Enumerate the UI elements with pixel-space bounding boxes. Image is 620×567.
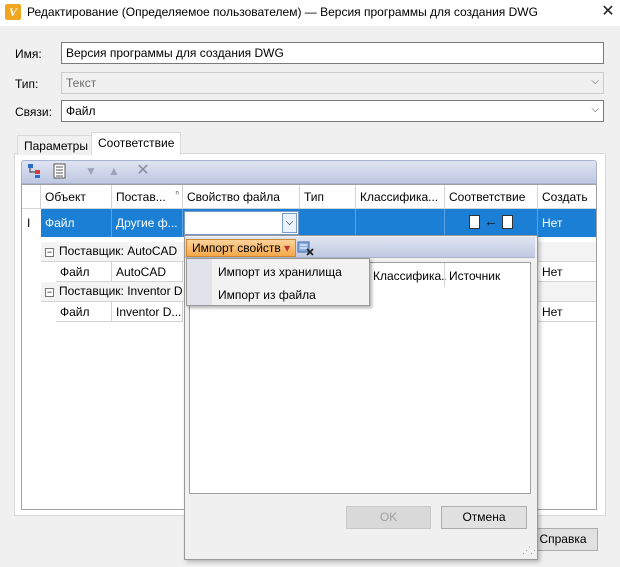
- row-header-corner: [22, 185, 41, 209]
- cell-provider[interactable]: Inventor D...: [112, 302, 183, 322]
- column-divider: [444, 263, 445, 287]
- cell-classification[interactable]: [356, 209, 445, 237]
- type-select: Текст ⌵: [61, 72, 604, 94]
- links-value: Файл: [66, 104, 96, 118]
- import-properties-label: Импорт свойств: [192, 241, 281, 255]
- help-button[interactable]: Справка: [528, 528, 598, 551]
- close-icon[interactable]: ✕: [596, 0, 620, 24]
- chevron-down-icon: ⌵: [591, 104, 599, 115]
- move-up-icon: ▲: [108, 164, 120, 178]
- cancel-button[interactable]: Отмена: [441, 506, 527, 529]
- ok-button[interactable]: OK: [346, 506, 431, 529]
- dropdown-arrow-icon: ▾: [284, 241, 291, 255]
- list-icon[interactable]: [52, 163, 68, 179]
- cell-mapping[interactable]: ←: [445, 209, 538, 237]
- links-select[interactable]: Файл ⌵: [61, 100, 604, 122]
- import-properties-button[interactable]: Импорт свойств ▾: [186, 239, 297, 257]
- column-header-file-property[interactable]: Свойство файла: [183, 185, 300, 209]
- cell-create[interactable]: Нет: [538, 262, 596, 282]
- type-value: Текст: [66, 76, 97, 90]
- column-header-classification[interactable]: Классифика...: [356, 185, 445, 209]
- group-header-label: Поставщик: AutoCAD: [59, 244, 178, 258]
- app-logo-icon: V: [5, 4, 21, 20]
- cell-object[interactable]: Файл: [41, 209, 112, 237]
- name-input[interactable]: Версия программы для создания DWG: [61, 42, 604, 64]
- column-header-source[interactable]: Источник: [449, 269, 500, 283]
- links-label: Связи:: [15, 105, 52, 119]
- cell-object[interactable]: Файл: [56, 262, 112, 282]
- move-down-icon: ▼: [85, 164, 97, 178]
- column-header-provider-label: Постав...: [116, 190, 166, 204]
- cell-create[interactable]: Нет: [538, 302, 596, 322]
- tab-parameters[interactable]: Параметры: [17, 135, 95, 155]
- chevron-down-icon: ⌵: [591, 76, 599, 87]
- column-header-object[interactable]: Объект: [41, 185, 112, 209]
- resize-grip-icon[interactable]: ⋰⋰: [522, 545, 539, 556]
- row-indicator-icon: I: [27, 216, 31, 230]
- source-file-icon: [502, 215, 513, 229]
- type-label: Тип:: [15, 77, 39, 91]
- group-header-label: Поставщик: Inventor D: [59, 284, 183, 298]
- cell-provider[interactable]: AutoCAD: [112, 262, 183, 282]
- collapse-icon[interactable]: −: [45, 288, 54, 297]
- column-header-mapping[interactable]: Соответствие: [445, 185, 538, 209]
- tab-mapping[interactable]: Соответствие: [91, 132, 182, 155]
- menu-item-import-from-file[interactable]: Импорт из файла: [218, 288, 316, 302]
- chevron-down-icon[interactable]: ⌵: [282, 213, 297, 233]
- target-file-icon: [469, 215, 480, 229]
- arrow-left-icon: ←: [484, 213, 498, 229]
- file-property-dropdown[interactable]: ⌵: [184, 211, 299, 235]
- column-header-classification[interactable]: Классифика...: [373, 269, 446, 283]
- column-header-provider[interactable]: Постав... ⁿ: [112, 185, 183, 209]
- column-header-type[interactable]: Тип: [300, 185, 356, 209]
- sort-icon: ⁿ: [175, 189, 179, 200]
- cell-provider[interactable]: Другие ф...: [112, 209, 183, 237]
- menu-item-import-from-vault[interactable]: Импорт из хранилища: [218, 265, 342, 279]
- tree-view-icon[interactable]: [27, 163, 43, 179]
- window-title: Редактирование (Определяемое пользовател…: [27, 5, 538, 19]
- clear-properties-icon[interactable]: [297, 240, 315, 257]
- column-header-create[interactable]: Создать: [538, 185, 596, 209]
- cell-type[interactable]: [300, 209, 356, 237]
- name-label: Имя:: [15, 47, 42, 61]
- cell-object[interactable]: Файл: [56, 302, 112, 322]
- delete-icon: ✕: [136, 162, 150, 179]
- menu-icon-strip: [187, 259, 212, 305]
- cell-create[interactable]: Нет: [538, 209, 596, 237]
- collapse-icon[interactable]: −: [45, 248, 54, 257]
